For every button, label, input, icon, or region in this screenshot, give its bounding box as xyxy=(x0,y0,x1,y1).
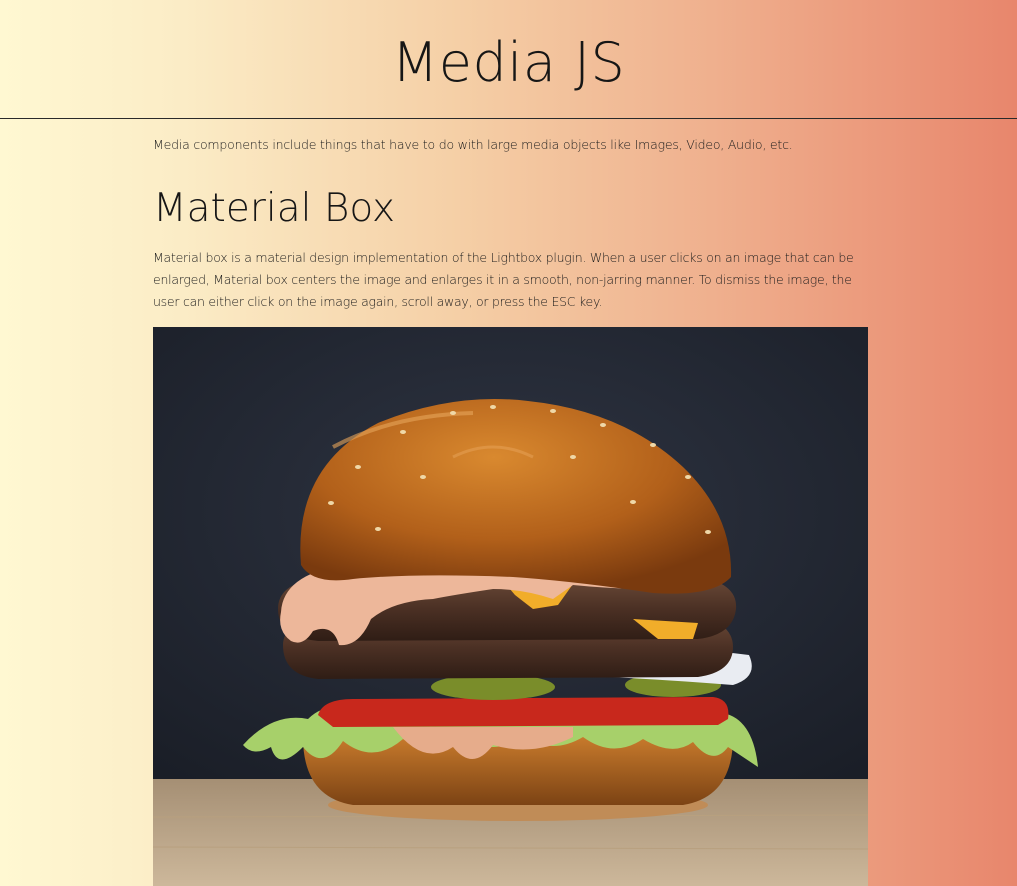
page-header: Media JS xyxy=(0,0,1017,119)
page-title: Media JS xyxy=(391,31,626,94)
section-description: Material box is a material design implem… xyxy=(153,250,854,309)
intro-text: Media components include things that hav… xyxy=(153,137,793,152)
burger-image[interactable] xyxy=(153,327,868,886)
section-title: Material Box xyxy=(153,186,396,231)
materialbox-image[interactable] xyxy=(153,327,868,886)
